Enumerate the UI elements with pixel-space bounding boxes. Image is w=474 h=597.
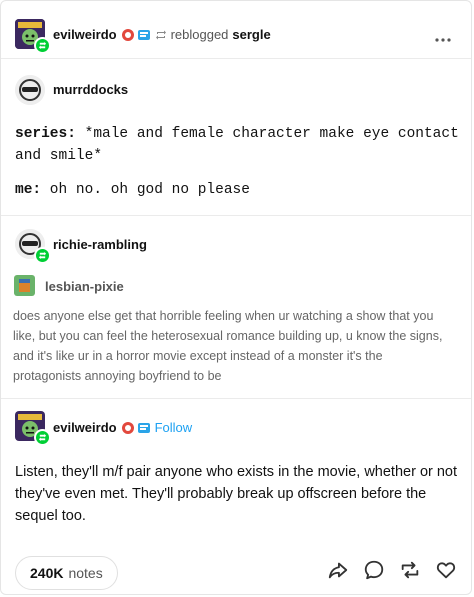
reblog-small-icon [155, 29, 167, 41]
reblog-badge-icon [34, 247, 51, 264]
notes-button[interactable]: 240K notes [15, 556, 118, 590]
first-post-line: me: oh no. oh god no please [15, 182, 250, 198]
more-options-icon[interactable] [435, 29, 451, 47]
follow-button[interactable]: Follow [155, 420, 193, 435]
reply-icon[interactable] [363, 559, 385, 581]
first-post-body: series: *male and female character make … [15, 123, 465, 201]
reblogged-label: reblogged [170, 27, 229, 42]
third-post-username[interactable]: evilweirdo [53, 420, 117, 435]
divider [1, 58, 471, 59]
heart-badge-icon [121, 28, 134, 41]
third-post-text: Listen, they'll m/f pair anyone who exis… [15, 464, 458, 524]
like-heart-icon[interactable] [435, 559, 457, 581]
verified-badge-icon [137, 422, 151, 434]
quoted-username[interactable]: lesbian-pixie [45, 279, 124, 294]
heart-badge-icon [121, 421, 134, 434]
divider [1, 215, 471, 216]
divider [1, 398, 471, 399]
verified-badge-icon [137, 29, 151, 41]
reblog-icon[interactable] [399, 559, 421, 581]
reblogger-username[interactable]: evilweirdo [53, 27, 117, 42]
reblog-badge-icon [34, 429, 51, 446]
source-username[interactable]: sergle [232, 27, 270, 42]
post-actions [327, 559, 457, 581]
murrddocks-avatar[interactable] [15, 75, 45, 105]
tumblr-post: evilweirdo reblogged sergle murrddocks s… [0, 0, 472, 595]
post-header: evilweirdo reblogged sergle [53, 27, 271, 42]
notes-count: 240K [30, 565, 64, 581]
quoted-text: does anyone else get that horrible feeli… [13, 309, 443, 383]
reblog-badge-icon [34, 37, 51, 54]
second-post-username[interactable]: richie-rambling [53, 237, 147, 252]
first-post-username[interactable]: murrddocks [53, 82, 128, 97]
lesbian-pixie-avatar[interactable] [14, 275, 35, 296]
first-post-line: and smile* [15, 148, 103, 164]
notes-label: notes [68, 565, 103, 581]
first-post-line: series: *male and female character make … [15, 126, 459, 142]
share-icon[interactable] [327, 559, 349, 581]
